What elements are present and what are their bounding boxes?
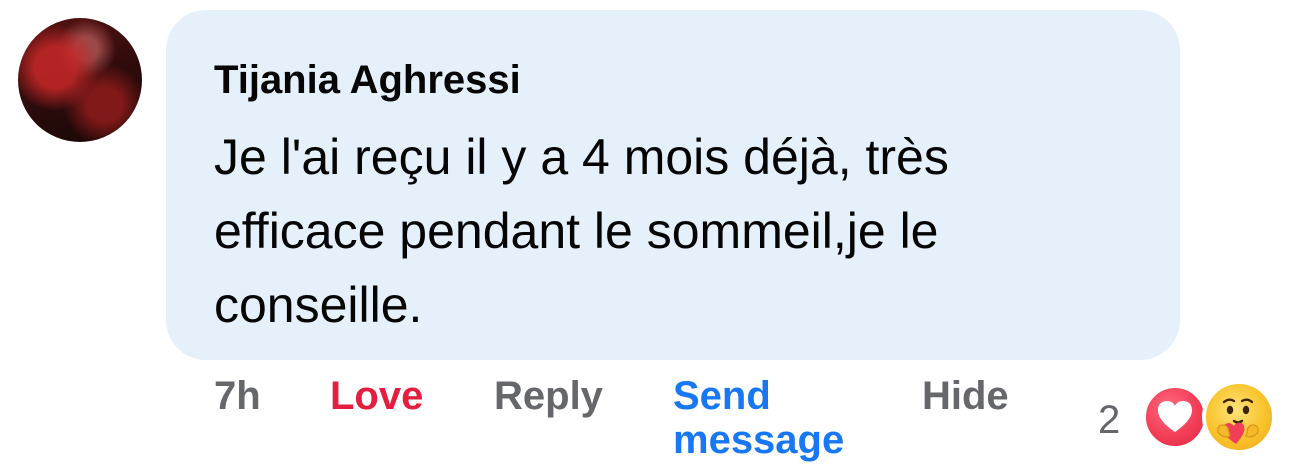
love-icon (1142, 384, 1208, 450)
love-heart-glyph (1158, 401, 1192, 432)
comment-bubble: Tijania Aghressi Je l'ai reçu il y a 4 m… (166, 10, 1180, 360)
comment-container: Tijania Aghressi Je l'ai reçu il y a 4 m… (0, 0, 1307, 472)
comment-text: Je l'ai reçu il y a 4 mois déjà, très ef… (214, 129, 949, 333)
avatar[interactable] (18, 18, 142, 142)
reply-button[interactable]: Reply (494, 374, 603, 418)
love-reaction-button[interactable]: Love (330, 374, 423, 418)
send-message-label: Send message (673, 374, 845, 462)
reaction-summary[interactable]: 2 (1094, 374, 1284, 464)
reaction-count: 2 (1098, 398, 1121, 442)
send-message-button[interactable]: Send message (673, 374, 863, 462)
comment-author-name[interactable]: Tijania Aghressi (214, 58, 1140, 102)
care-icon (1202, 380, 1276, 454)
timestamp[interactable]: 7h (214, 374, 261, 418)
hide-button[interactable]: Hide (922, 374, 1009, 418)
care-face-glyph (1217, 398, 1259, 444)
